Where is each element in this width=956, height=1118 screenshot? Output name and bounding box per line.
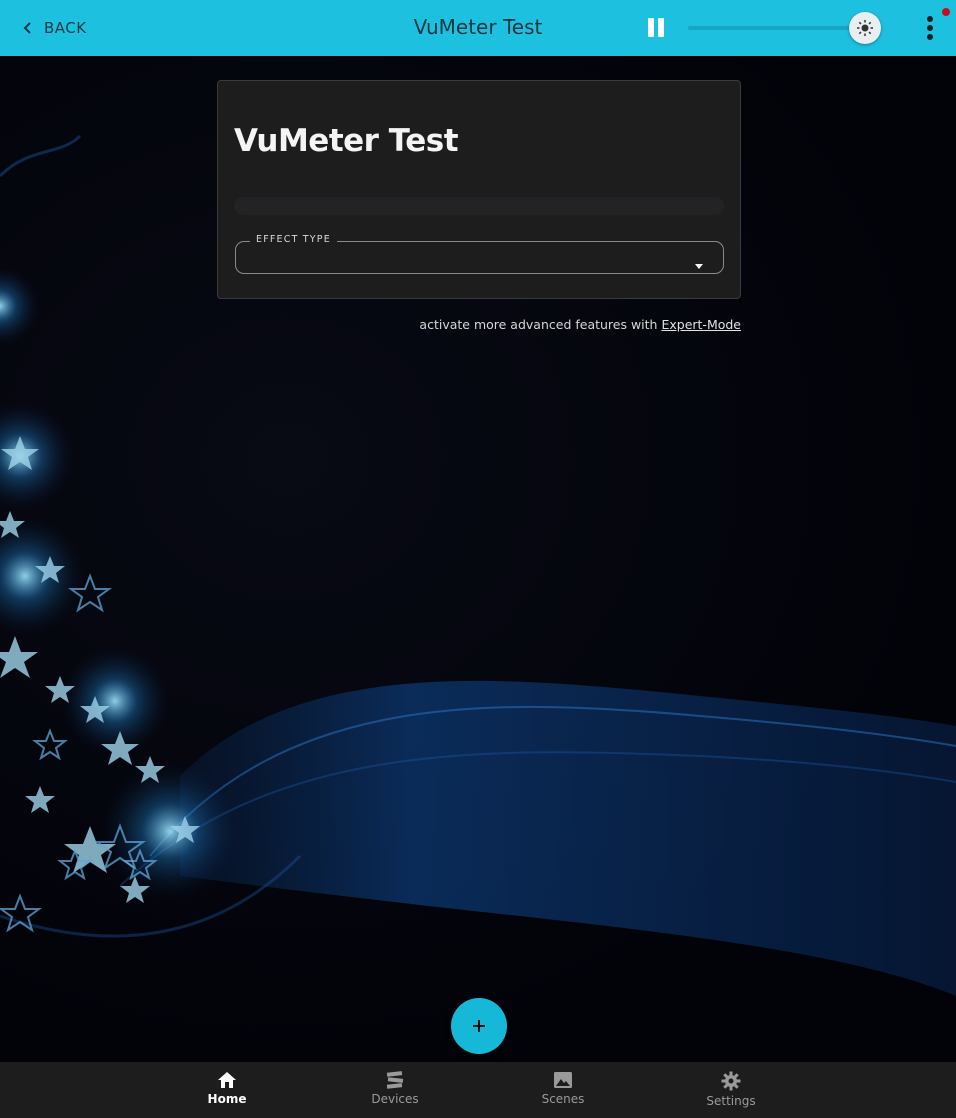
notification-dot	[942, 8, 950, 16]
nav-item-devices[interactable]: Devices	[340, 1062, 450, 1118]
image-icon	[554, 1072, 572, 1088]
expert-mode-hint: activate more advanced features with Exp…	[217, 317, 741, 332]
nav-item-settings[interactable]: Settings	[676, 1062, 786, 1118]
dropdown-arrow-icon	[695, 264, 703, 269]
brightness-slider[interactable]	[688, 26, 874, 30]
nav-label-settings: Settings	[706, 1094, 756, 1108]
nav-label-scenes: Scenes	[541, 1092, 585, 1106]
effect-type-select[interactable]: EFFECT TYPE	[235, 234, 724, 274]
card-title: VuMeter Test	[234, 123, 459, 159]
gear-icon	[721, 1071, 741, 1091]
devices-icon	[386, 1071, 404, 1089]
top-app-bar: BACK VuMeter Test	[0, 0, 956, 56]
nav-label-home: Home	[207, 1092, 247, 1106]
nav-item-scenes[interactable]: Scenes	[508, 1062, 618, 1118]
brightness-icon	[856, 20, 873, 36]
plus-icon	[473, 1020, 485, 1032]
brightness-slider-thumb[interactable]	[848, 12, 881, 44]
home-icon	[218, 1072, 236, 1088]
back-button[interactable]: BACK	[22, 14, 87, 42]
back-label: BACK	[44, 19, 87, 37]
expert-mode-link[interactable]: Expert-Mode	[661, 317, 741, 332]
nav-item-home[interactable]: Home	[172, 1062, 282, 1118]
nav-label-devices: Devices	[371, 1092, 419, 1106]
effect-card: VuMeter Test EFFECT TYPE	[217, 80, 741, 299]
expert-mode-text: activate more advanced features with	[419, 317, 658, 332]
level-bar	[234, 197, 724, 215]
chevron-left-icon	[23, 22, 31, 34]
more-vert-icon	[927, 16, 933, 22]
add-button[interactable]	[451, 998, 507, 1054]
effect-type-label: EFFECT TYPE	[250, 234, 337, 245]
pause-button[interactable]	[646, 17, 666, 39]
more-menu-button[interactable]	[920, 14, 940, 42]
bottom-navigation: Home Devices Scenes Settings	[0, 1062, 956, 1118]
pause-icon	[648, 18, 654, 37]
